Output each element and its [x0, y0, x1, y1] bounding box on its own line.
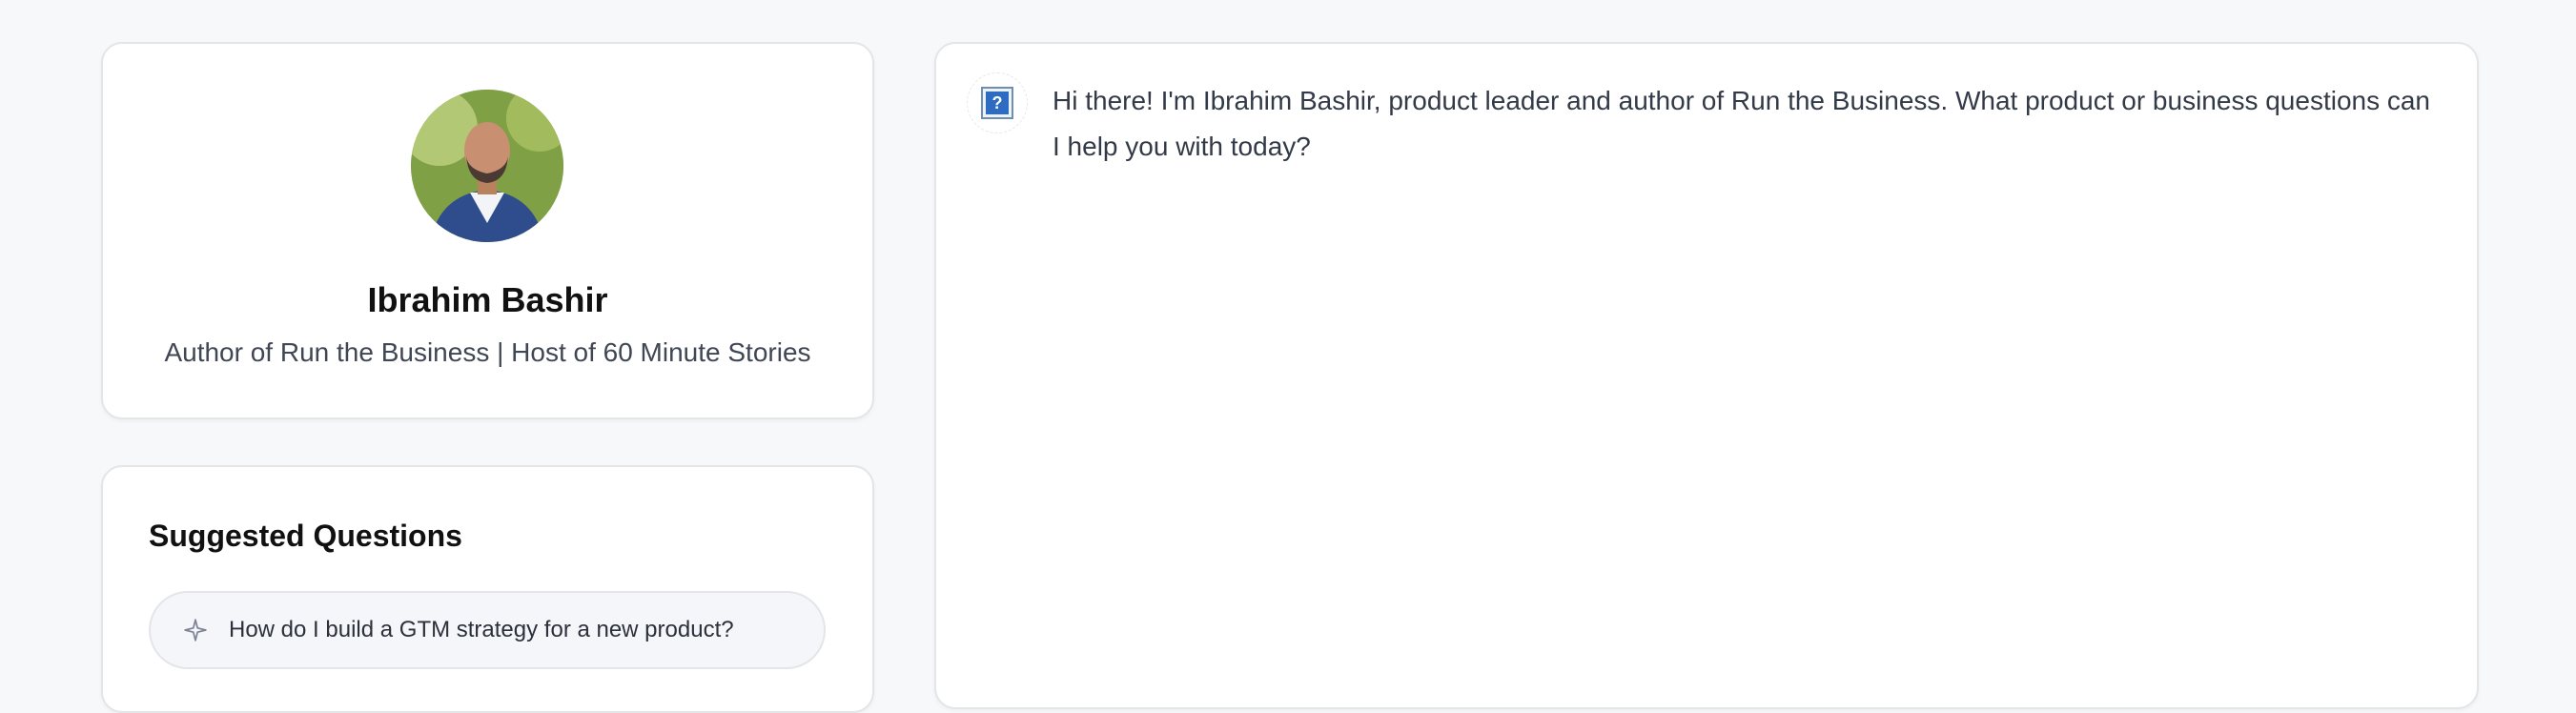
profile-avatar [411, 90, 563, 242]
profile-subtitle: Author of Run the Business | Host of 60 … [164, 337, 811, 367]
suggested-question-text: How do I build a GTM strategy for a new … [229, 617, 734, 642]
suggested-questions-title: Suggested Questions [149, 519, 462, 553]
assistant-message: Hi there! I'm Ibrahim Bashir, product le… [1053, 86, 2431, 161]
profile-card: Ibrahim Bashir Author of Run the Busines… [101, 42, 874, 419]
chat-panel: ? Hi there! I'm Ibrahim Bashir, product … [934, 42, 2479, 709]
profile-name: Ibrahim Bashir [367, 280, 608, 319]
suggested-question-button[interactable]: How do I build a GTM strategy for a new … [149, 591, 826, 669]
assistant-avatar: ? [967, 72, 1028, 133]
broken-image-icon: ? [981, 87, 1013, 119]
suggested-questions-card: Suggested Questions How do I build a GTM… [101, 465, 874, 713]
sparkle-icon [183, 618, 208, 642]
